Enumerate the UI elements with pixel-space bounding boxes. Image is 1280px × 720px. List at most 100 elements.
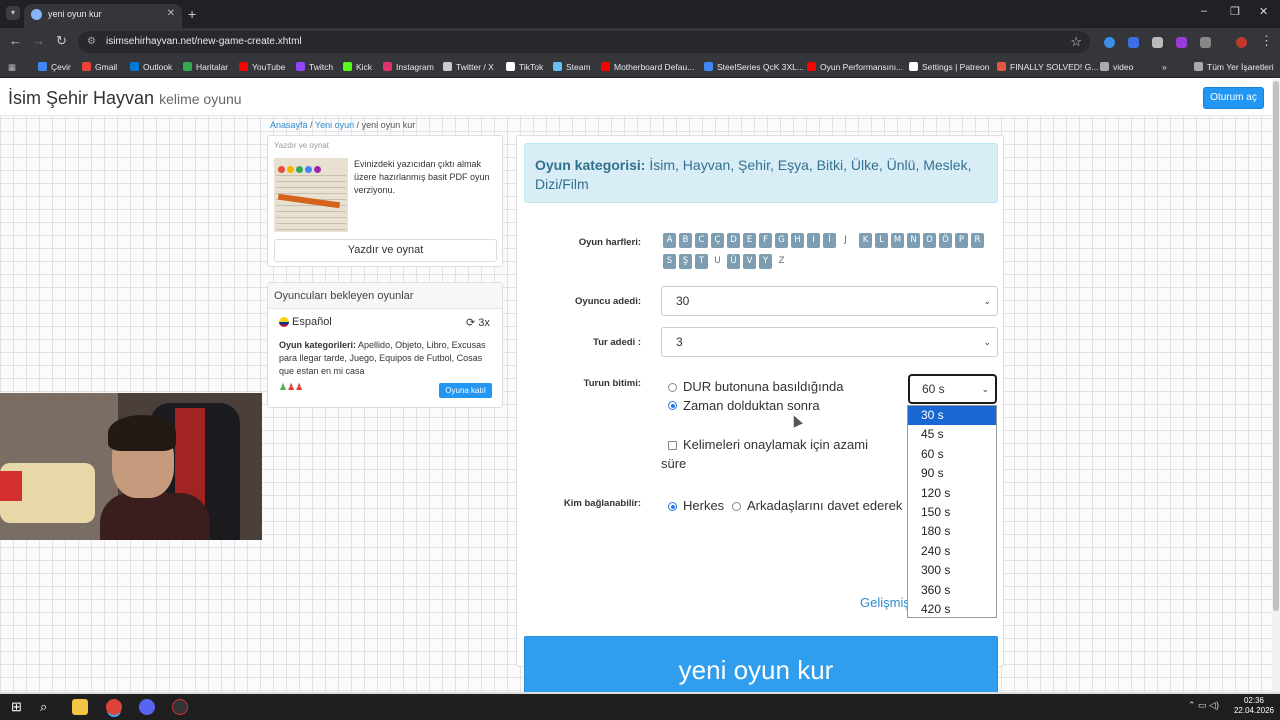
- site-info-icon[interactable]: ⚙: [87, 31, 96, 53]
- letter-toggle[interactable]: R: [971, 233, 984, 248]
- bookmark-item[interactable]: Gmail: [82, 56, 117, 78]
- tab-search-icon[interactable]: ▾: [6, 6, 20, 20]
- bookmark-folder[interactable]: video: [1100, 56, 1133, 78]
- windows-start-icon[interactable]: ⊞: [11, 699, 27, 715]
- letter-toggle[interactable]: J: [839, 233, 852, 248]
- bookmark-item[interactable]: FINALLY SOLVED! G...: [997, 56, 1098, 78]
- bookmark-item[interactable]: Steam: [553, 56, 591, 78]
- letter-toggle[interactable]: I: [807, 233, 820, 248]
- discord-icon[interactable]: [139, 699, 155, 715]
- join-everyone-radio[interactable]: [668, 502, 677, 511]
- login-button[interactable]: Oturum aç: [1203, 87, 1264, 109]
- letter-toggle[interactable]: P: [955, 233, 968, 248]
- round-end-stop-label[interactable]: DUR butonuna basıldığında: [683, 379, 843, 394]
- time-option[interactable]: 30 s: [908, 406, 996, 425]
- advanced-settings-link[interactable]: Gelişmiş: [860, 595, 910, 610]
- letter-toggle[interactable]: Ç: [711, 233, 724, 248]
- scrollbar-thumb[interactable]: [1273, 81, 1279, 611]
- confirm-time-label[interactable]: Kelimeleri onaylamak için azami: [683, 437, 868, 452]
- letter-toggle[interactable]: U: [711, 254, 724, 269]
- breadcrumb-home[interactable]: Anasayfa: [270, 120, 308, 130]
- letter-toggle[interactable]: Y: [759, 254, 772, 269]
- letter-toggle[interactable]: A: [663, 233, 676, 248]
- minimize-icon[interactable]: –: [1201, 5, 1207, 17]
- rounds-select[interactable]: 3 ⌄: [661, 327, 998, 357]
- bookmark-item[interactable]: TikTok: [506, 56, 543, 78]
- new-tab-button[interactable]: +: [188, 4, 196, 24]
- letter-toggle[interactable]: T: [695, 254, 708, 269]
- extension-icon[interactable]: [1104, 37, 1115, 48]
- apps-grid-icon[interactable]: ▦: [8, 56, 16, 78]
- letter-toggle[interactable]: Z: [775, 254, 788, 269]
- time-option[interactable]: 420 s: [908, 600, 996, 617]
- join-invite-radio[interactable]: [732, 502, 741, 511]
- clock[interactable]: 02:36 22.04.2026: [1232, 696, 1276, 716]
- round-end-time-label[interactable]: Zaman dolduktan sonra: [683, 398, 820, 413]
- letter-toggle[interactable]: Ö: [939, 233, 952, 248]
- system-tray[interactable]: ⌃ ▭ ◁): [1188, 700, 1219, 711]
- bookmark-item[interactable]: Outlook: [130, 56, 172, 78]
- obs-icon[interactable]: [172, 699, 188, 715]
- reload-icon[interactable]: ↻: [56, 34, 67, 48]
- join-everyone-label[interactable]: Herkes: [683, 498, 724, 513]
- letter-toggle[interactable]: G: [775, 233, 788, 248]
- time-option[interactable]: 180 s: [908, 522, 996, 541]
- menu-kebab-icon[interactable]: ⋮: [1260, 34, 1273, 48]
- bookmark-item[interactable]: Çevir: [38, 56, 71, 78]
- file-explorer-icon[interactable]: [72, 699, 88, 715]
- letter-toggle[interactable]: B: [679, 233, 692, 248]
- search-icon[interactable]: ⌕: [40, 699, 56, 715]
- bookmark-star-icon[interactable]: ☆: [1070, 31, 1082, 53]
- close-tab-icon[interactable]: ✕: [167, 4, 175, 24]
- letter-toggle[interactable]: E: [743, 233, 756, 248]
- letter-toggle[interactable]: N: [907, 233, 920, 248]
- back-icon[interactable]: ←: [9, 34, 22, 48]
- bookmark-item[interactable]: SteelSeries QcK 3XL...: [704, 56, 804, 78]
- time-option[interactable]: 150 s: [908, 503, 996, 522]
- players-select[interactable]: 30 ⌄: [661, 286, 998, 316]
- browser-tab[interactable]: yeni oyun kur ✕: [24, 4, 182, 28]
- bookmark-item[interactable]: Settings | Patreon: [909, 56, 989, 78]
- page-scrollbar[interactable]: [1272, 79, 1280, 692]
- profile-avatar[interactable]: [1236, 37, 1247, 48]
- time-option[interactable]: 45 s: [908, 425, 996, 444]
- breadcrumb-new-game[interactable]: Yeni oyun: [315, 120, 354, 130]
- print-preview-image[interactable]: [274, 158, 348, 232]
- all-bookmarks-folder[interactable]: Tüm Yer İşaretleri: [1194, 56, 1274, 78]
- join-game-button[interactable]: Oyuna katıl: [439, 383, 492, 398]
- print-and-play-button[interactable]: Yazdır ve oynat: [274, 239, 497, 262]
- round-end-time-radio[interactable]: [668, 401, 677, 410]
- time-option[interactable]: 300 s: [908, 561, 996, 580]
- letter-toggle[interactable]: F: [759, 233, 772, 248]
- letter-toggle[interactable]: İ: [823, 233, 836, 248]
- bookmark-item[interactable]: Motherboard Defau...: [601, 56, 694, 78]
- letter-toggle[interactable]: V: [743, 254, 756, 269]
- time-option[interactable]: 120 s: [908, 484, 996, 503]
- time-option[interactable]: 360 s: [908, 581, 996, 600]
- letter-toggle[interactable]: C: [695, 233, 708, 248]
- time-select[interactable]: 60 s ⌄: [908, 374, 997, 404]
- letter-toggle[interactable]: O: [923, 233, 936, 248]
- extension-icon[interactable]: [1176, 37, 1187, 48]
- letter-toggle[interactable]: H: [791, 233, 804, 248]
- bookmark-item[interactable]: Oyun Performansını...: [807, 56, 903, 78]
- letter-toggle[interactable]: Ş: [679, 254, 692, 269]
- letter-toggle[interactable]: M: [891, 233, 904, 248]
- extensions-puzzle-icon[interactable]: [1200, 37, 1211, 48]
- confirm-time-checkbox[interactable]: [668, 441, 677, 450]
- more-bookmarks-icon[interactable]: »: [1162, 56, 1167, 78]
- bookmark-item[interactable]: YouTube: [239, 56, 285, 78]
- letter-toggle[interactable]: L: [875, 233, 888, 248]
- letter-toggle[interactable]: D: [727, 233, 740, 248]
- bookmark-item[interactable]: Kick: [343, 56, 372, 78]
- forward-icon[interactable]: →: [32, 34, 45, 48]
- bookmark-item[interactable]: Haritalar: [183, 56, 228, 78]
- join-invite-label[interactable]: Arkadaşlarını davet ederek: [747, 498, 902, 513]
- time-option[interactable]: 60 s: [908, 445, 996, 464]
- extension-icon[interactable]: [1128, 37, 1139, 48]
- site-logo[interactable]: İsim Şehir Hayvan kelime oyunu: [8, 88, 242, 109]
- restore-icon[interactable]: ❐: [1230, 5, 1240, 18]
- extension-icon[interactable]: [1152, 37, 1163, 48]
- bookmark-item[interactable]: Twitch: [296, 56, 333, 78]
- letter-toggle[interactable]: S: [663, 254, 676, 269]
